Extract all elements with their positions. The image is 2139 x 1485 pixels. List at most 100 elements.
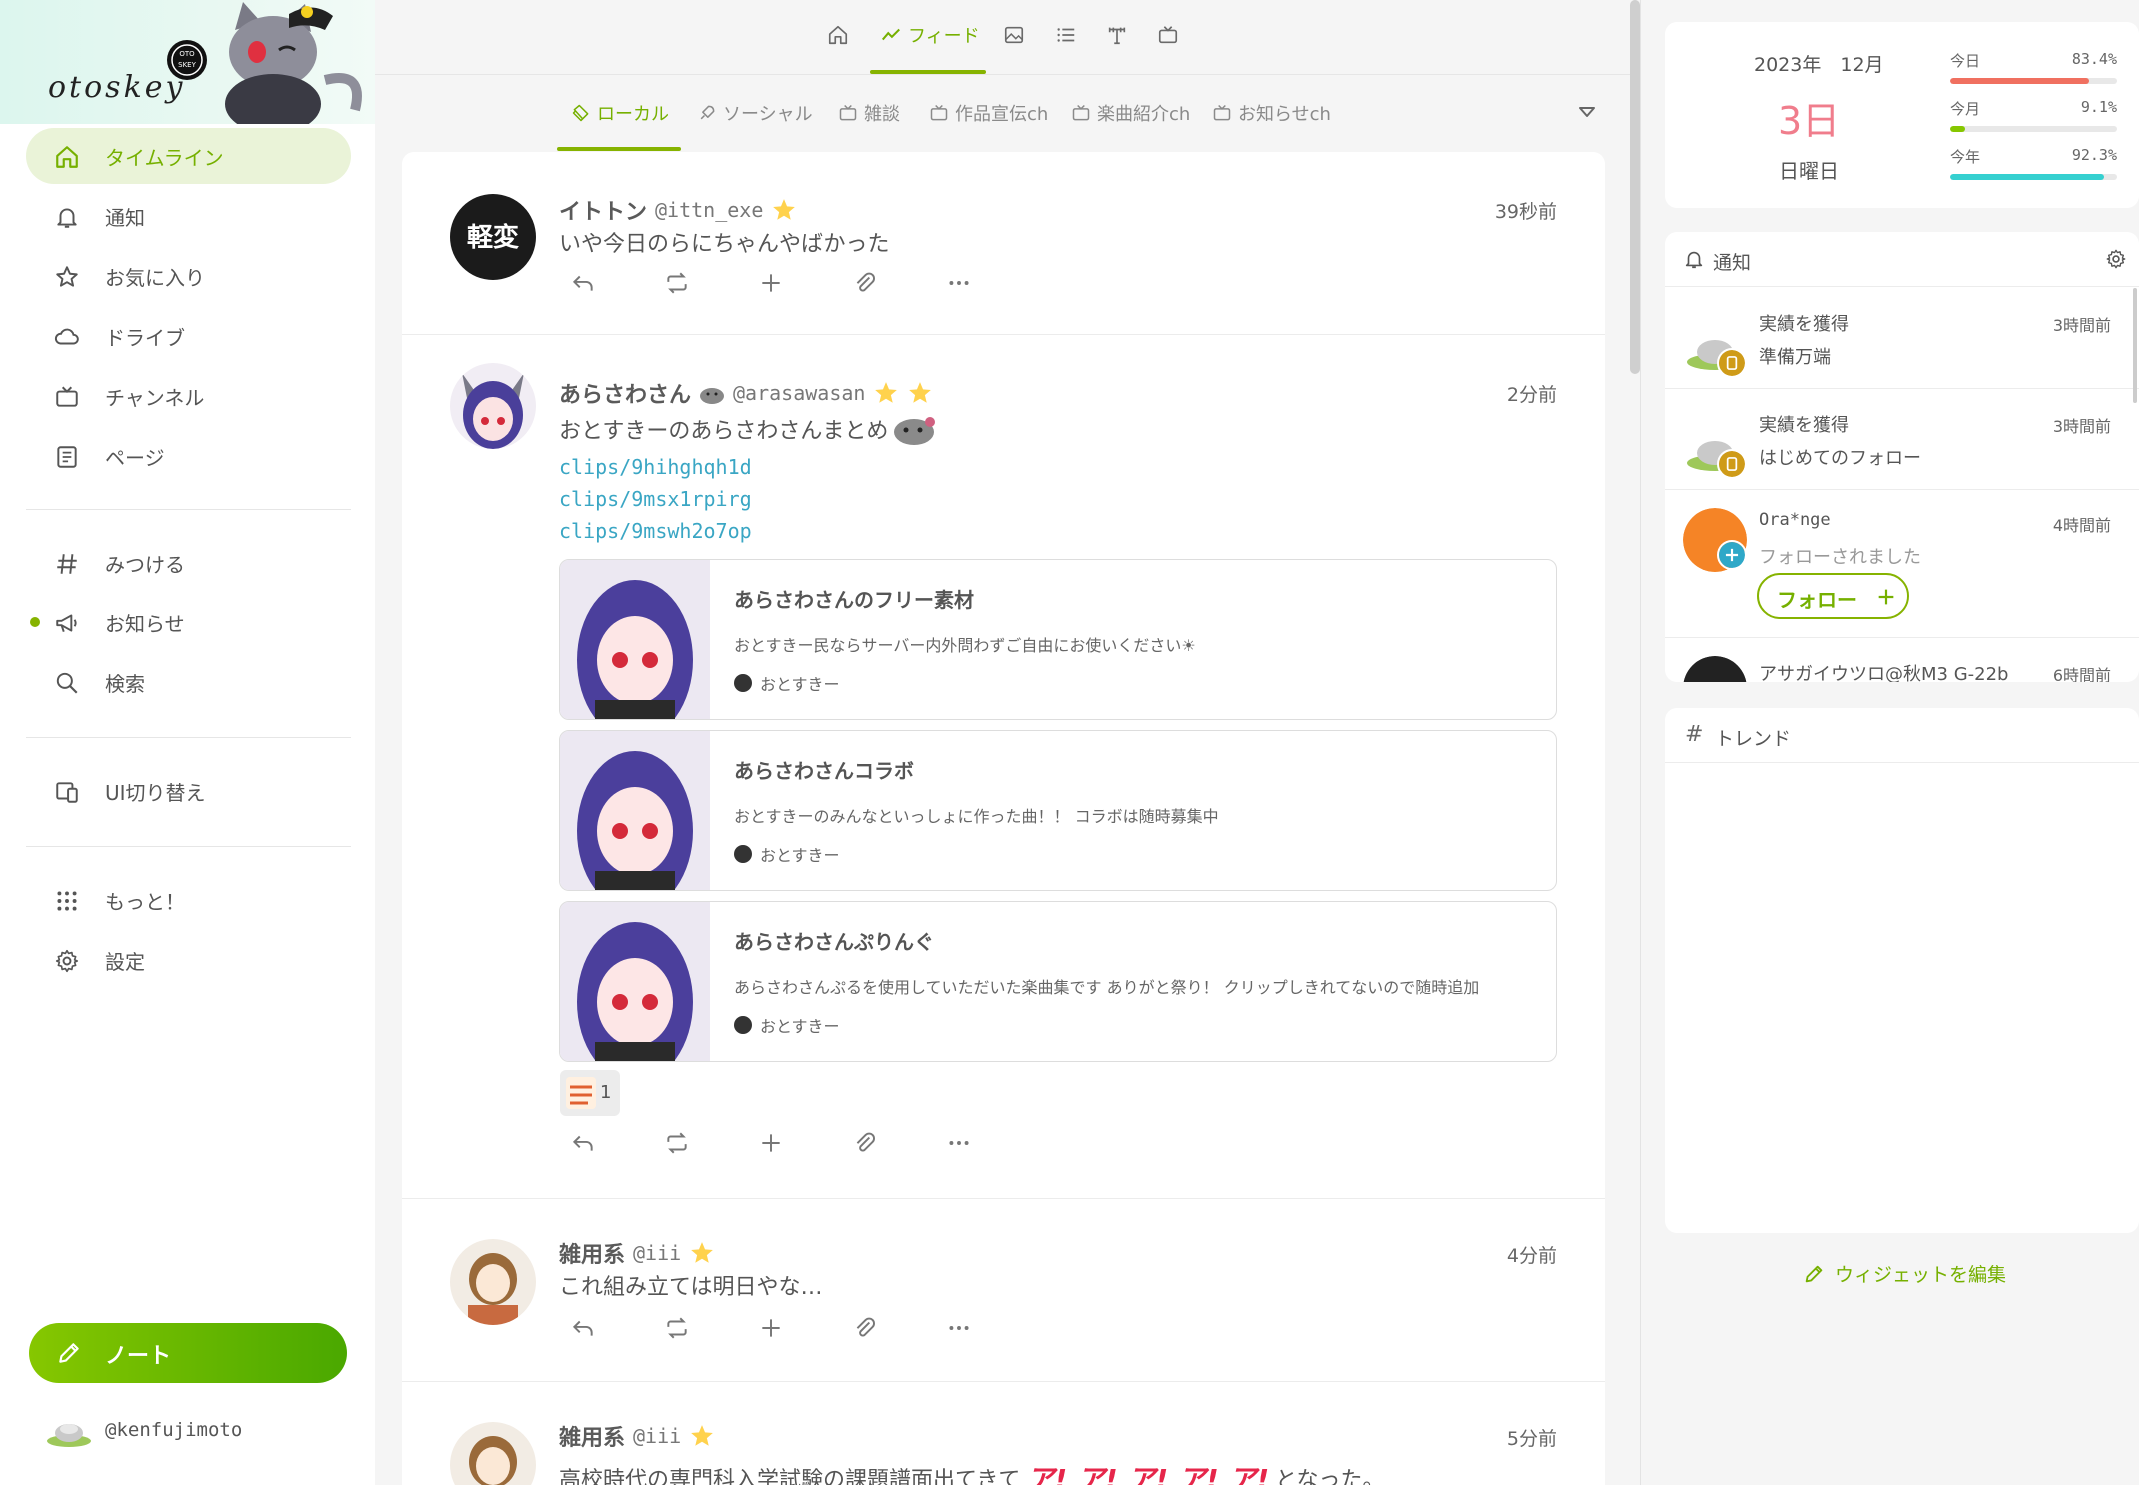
nav-search[interactable]: 検索	[26, 654, 351, 710]
clip-icon[interactable]	[852, 1130, 878, 1156]
clip-link[interactable]: clips/9mswh2o7op	[559, 519, 752, 543]
user-name[interactable]: 雑用系	[559, 1420, 625, 1452]
note-time[interactable]: 4分前	[1507, 1241, 1557, 1268]
note-actions	[570, 1315, 972, 1341]
reaction-button[interactable]: 1	[560, 1070, 620, 1116]
renote-icon[interactable]	[664, 1130, 690, 1156]
clip-preview-card[interactable]: あらさわさんコラボ おとすきーのみんなといっしょに作った曲！！ コラボは随時募集…	[559, 730, 1557, 891]
notification-avatar	[1683, 656, 1747, 682]
notification-item[interactable]: Ora*nge フォローされました 4時間前	[1665, 490, 2139, 638]
clip-link[interactable]: clips/9hihghqh1d	[559, 455, 752, 479]
note[interactable]: 軽変 イトトン @ittn_exe 39秒前 いや今日のらにちゃんやばかった	[402, 152, 1605, 335]
subtab-label: 作品宣伝ch	[955, 104, 1049, 125]
notifications-scrollbar[interactable]	[2133, 288, 2137, 403]
user-name[interactable]: イトトン	[559, 194, 647, 226]
chevron-down-icon[interactable]	[1577, 105, 1597, 119]
nav-more[interactable]: もっと！	[26, 872, 351, 928]
plus-icon[interactable]	[758, 1130, 784, 1156]
clip-icon[interactable]	[852, 270, 878, 296]
gear-icon[interactable]	[2105, 248, 2127, 270]
subtab-label: お知らせch	[1238, 104, 1331, 125]
tab-channels[interactable]	[1157, 20, 1179, 50]
nav-channels[interactable]: チャンネル	[26, 368, 351, 424]
nav-favorites[interactable]: お気に入り	[26, 248, 351, 304]
nav-explore[interactable]: みつける	[26, 535, 351, 591]
tv-icon	[56, 386, 78, 407]
reply-icon[interactable]	[570, 270, 596, 296]
star-badge-icon	[773, 199, 796, 220]
nav-switch-ui[interactable]: UI切り替え	[26, 763, 351, 819]
user-handle[interactable]: @iii	[633, 1424, 681, 1448]
subtab-local[interactable]: ローカル	[571, 100, 669, 126]
reply-icon[interactable]	[570, 1315, 596, 1341]
subtab-chat[interactable]: 雑談	[838, 100, 900, 126]
compose-note-button[interactable]: ノート	[29, 1323, 347, 1383]
avatar[interactable]: 軽変	[450, 194, 536, 280]
channel-icon	[839, 104, 857, 121]
mole-emoji-icon	[700, 388, 725, 404]
more-icon[interactable]	[946, 1315, 972, 1341]
user-name[interactable]: 雑用系	[559, 1237, 625, 1269]
megaphone-icon	[56, 614, 77, 632]
clip-preview-card[interactable]: あらさわさんのフリー素材 おとすきー民ならサーバー内外問わずご自由にお使いくださ…	[559, 559, 1557, 720]
notification-item[interactable]: 実績を獲得 はじめてのフォロー 3時間前	[1665, 389, 2139, 490]
note-time[interactable]: 2分前	[1507, 380, 1557, 407]
note[interactable]: 雑用系 @iii 5分前 高校時代の専門科入学試験の課題譜面出てきて ア! ア!…	[402, 1382, 1605, 1485]
notification-user[interactable]: Ora*nge	[1759, 510, 1831, 530]
plus-icon[interactable]	[758, 1315, 784, 1341]
notifications-header: 通知	[1665, 232, 2139, 287]
nav-pages[interactable]: ページ	[26, 428, 351, 484]
nav-notifications[interactable]: 通知	[26, 188, 351, 244]
tab-feed-label: フィード	[908, 26, 980, 47]
plus-icon[interactable]	[758, 270, 784, 296]
nav-drive[interactable]: ドライブ	[26, 308, 351, 364]
clip-thumbnail	[560, 902, 710, 1061]
renote-icon[interactable]	[664, 270, 690, 296]
clip-icon[interactable]	[852, 1315, 878, 1341]
user-handle[interactable]: @arasawasan	[733, 381, 865, 405]
clip-preview-card[interactable]: あらさわさんぷりんぐ あらさわさんぷるを使用していただいた楽曲集です ありがと祭…	[559, 901, 1557, 1062]
avatar[interactable]	[450, 363, 536, 449]
notification-item[interactable]: 実績を獲得 準備万端 3時間前	[1665, 288, 2139, 389]
nav-timeline[interactable]: タイムライン	[26, 128, 351, 184]
note-time[interactable]: 5分前	[1507, 1424, 1557, 1451]
clip-description: おとすきー民ならサーバー内外問わずご自由にお使いください☀	[734, 636, 1196, 655]
subtab-news[interactable]: お知らせch	[1212, 100, 1331, 126]
subtab-label: ローカル	[597, 104, 669, 125]
tab-home[interactable]	[827, 20, 849, 50]
edit-widgets-button[interactable]: ウィジェットを編集	[1803, 1260, 2006, 1287]
more-icon[interactable]	[946, 270, 972, 296]
clip-link[interactable]: clips/9msx1rpirg	[559, 487, 752, 511]
tab-feed[interactable]: フィード	[880, 20, 980, 50]
site-name: おとすきー	[760, 1017, 840, 1036]
user-name[interactable]: あらさわさん	[559, 377, 691, 409]
tab-lists[interactable]	[1055, 20, 1077, 50]
avatar[interactable]	[450, 1239, 536, 1325]
notification-item[interactable]: アサガイウツロ@秋M3 G-22b 6時間前	[1665, 638, 2139, 682]
subtab-social[interactable]: ソーシャル	[697, 100, 813, 126]
account-menu[interactable]: @kenfujimoto	[45, 1413, 345, 1453]
nav-announcements[interactable]: お知らせ	[26, 594, 351, 650]
subtab-works[interactable]: 作品宣伝ch	[929, 100, 1048, 126]
notification-time: 3時間前	[2052, 316, 2111, 335]
more-icon[interactable]	[946, 1130, 972, 1156]
user-handle[interactable]: @ittn_exe	[655, 198, 763, 222]
subtab-music[interactable]: 楽曲紹介ch	[1071, 100, 1190, 126]
renote-icon[interactable]	[664, 1315, 690, 1341]
tab-antennas[interactable]	[1106, 20, 1128, 50]
reply-icon[interactable]	[570, 1130, 596, 1156]
user-handle[interactable]: @iii	[633, 1241, 681, 1265]
avatar[interactable]	[450, 1422, 536, 1485]
bell-icon	[1685, 251, 1703, 269]
note-header: イトトン @ittn_exe	[559, 194, 797, 226]
note-time[interactable]: 39秒前	[1495, 197, 1557, 224]
instance-banner[interactable]: otoskey OTO SKEY	[0, 0, 375, 124]
follow-button[interactable]: フォロー	[1757, 573, 1909, 619]
notification-user[interactable]: アサガイウツロ@秋M3 G-22b	[1759, 660, 2008, 682]
nav-settings[interactable]: 設定	[26, 932, 351, 988]
tab-media[interactable]	[1003, 20, 1025, 50]
star-badge-icon	[691, 1242, 714, 1263]
notification-detail: はじめてのフォロー	[1759, 448, 1921, 469]
main-scrollbar[interactable]	[1630, 0, 1640, 374]
note[interactable]: 雑用系 @iii 4分前 これ組み立ては明日やな…	[402, 1199, 1605, 1382]
